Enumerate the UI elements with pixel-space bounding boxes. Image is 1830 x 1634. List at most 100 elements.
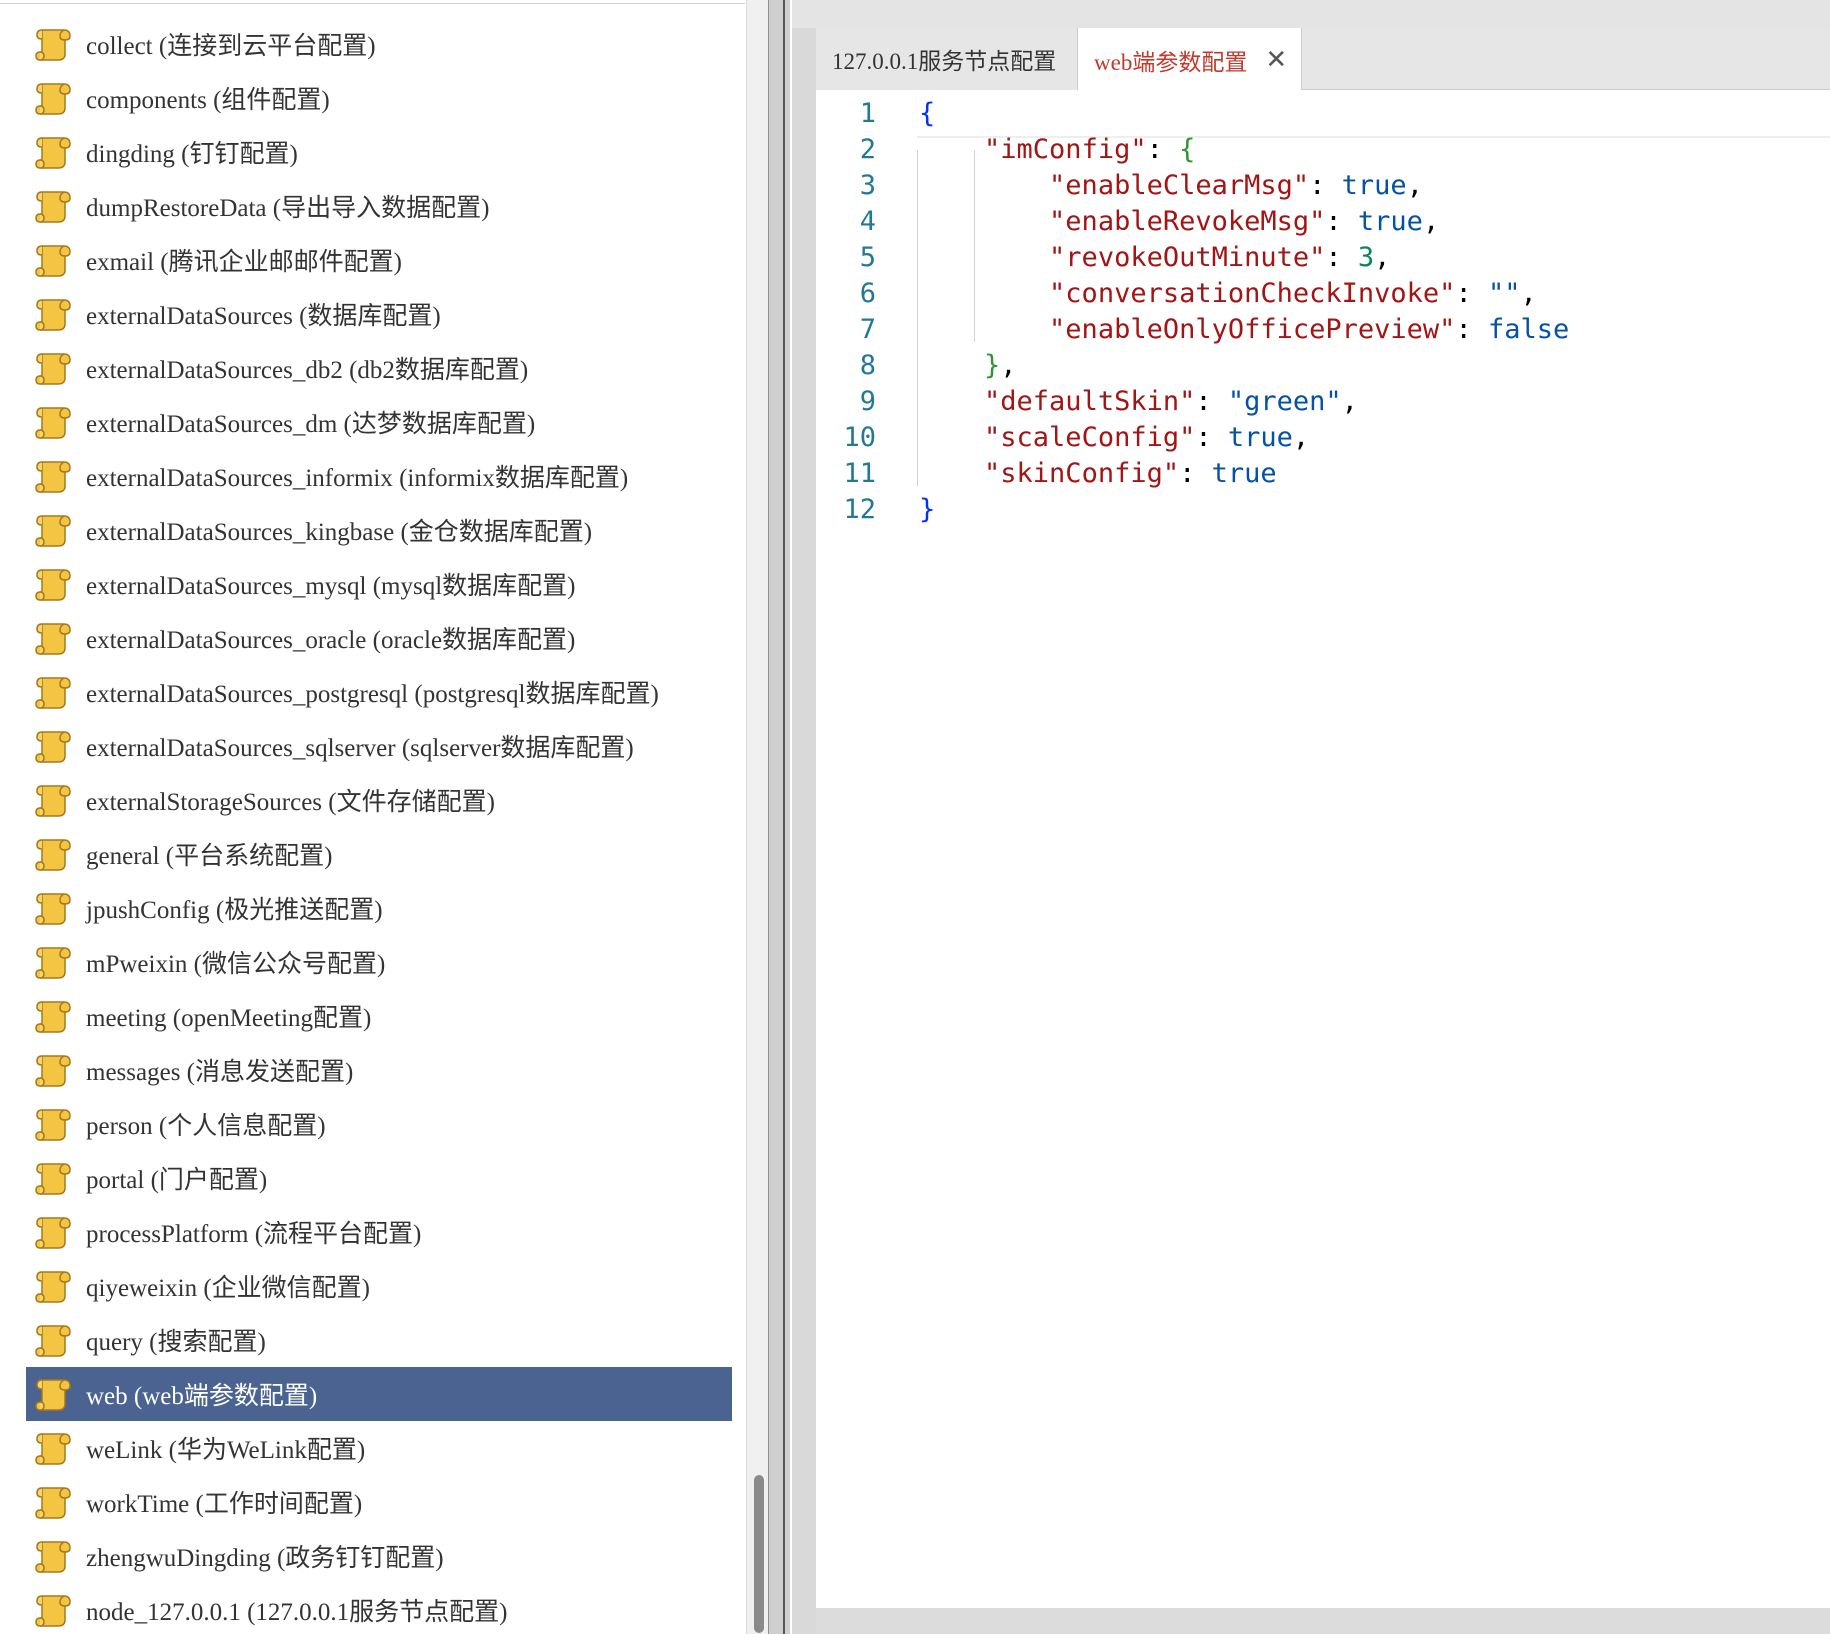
tree-scrollbar[interactable] (746, 0, 768, 1634)
tree-item-label: web (web端参数配置) (86, 1383, 318, 1410)
tree-item[interactable]: general (平台系统配置) (26, 827, 732, 881)
scroll-file-icon (34, 512, 72, 548)
editor-top-band (792, 0, 1830, 28)
scroll-file-icon (34, 1430, 72, 1466)
tree-scrollbar-thumb[interactable] (754, 1475, 764, 1633)
code-line: 12} (816, 489, 1830, 531)
tree-item-label: weLink (华为WeLink配置) (86, 1437, 366, 1464)
scroll-file-icon (34, 80, 72, 116)
scroll-file-icon (34, 728, 72, 764)
tree-item[interactable]: dingding (钉钉配置) (26, 125, 732, 179)
tree-item[interactable]: components (组件配置) (26, 71, 732, 125)
scroll-file-icon (34, 1484, 72, 1520)
tree-item[interactable]: externalDataSources_mysql (mysql数据库配置) (26, 557, 732, 611)
scroll-file-icon (34, 674, 72, 710)
tree-item-label: components (组件配置) (86, 87, 330, 114)
tree-item[interactable]: externalDataSources_postgresql (postgres… (26, 665, 732, 719)
code-token: "green" (1227, 386, 1342, 417)
tree-item[interactable]: weLink (华为WeLink配置) (26, 1421, 732, 1475)
code-token: : (1195, 422, 1228, 453)
tree-item[interactable]: query (搜索配置) (26, 1313, 732, 1367)
tree-item[interactable]: externalStorageSources (文件存储配置) (26, 773, 732, 827)
scroll-file-icon (34, 350, 72, 386)
code-token: "conversationCheckInvoke" (1049, 278, 1456, 309)
tree-item-label: processPlatform (流程平台配置) (86, 1221, 422, 1248)
code-token: : (1146, 134, 1180, 165)
close-icon[interactable]: ✕ (1265, 45, 1287, 75)
tree-item[interactable]: collect (连接到云平台配置) (26, 17, 732, 71)
code-token: : (1455, 314, 1488, 345)
code-token: "imConfig" (984, 134, 1147, 165)
tree-item[interactable]: processPlatform (流程平台配置) (26, 1205, 732, 1259)
tree-item[interactable]: jpushConfig (极光推送配置) (26, 881, 732, 935)
scroll-file-icon (34, 836, 72, 872)
tree-item[interactable]: messages (消息发送配置) (26, 1043, 732, 1097)
tab-node-config[interactable]: 127.0.0.1服务节点配置 (816, 28, 1078, 90)
tree-item[interactable]: externalDataSources_dm (达梦数据库配置) (26, 395, 732, 449)
tree-item[interactable]: person (个人信息配置) (26, 1097, 732, 1151)
tree-top-partial-row (0, 0, 745, 4)
tree-item-label: externalStorageSources (文件存储配置) (86, 789, 495, 816)
scroll-file-icon (34, 458, 72, 494)
tree-item[interactable]: web (web端参数配置) (26, 1367, 732, 1421)
json-code-editor[interactable]: 1{2 "imConfig": {3 "enableClearMsg": tru… (816, 90, 1830, 1608)
code-token: "enableRevokeMsg" (1049, 206, 1326, 237)
tree-item[interactable]: portal (门户配置) (26, 1151, 732, 1205)
tree-item[interactable]: mPweixin (微信公众号配置) (26, 935, 732, 989)
tree-item-label: externalDataSources_oracle (oracle数据库配置) (86, 627, 576, 654)
code-token: "skinConfig" (984, 458, 1180, 489)
panel-splitter[interactable] (768, 0, 790, 1634)
tree-item[interactable]: meeting (openMeeting配置) (26, 989, 732, 1043)
code-token: true (1211, 458, 1277, 489)
scroll-file-icon (34, 566, 72, 602)
tab-web-config[interactable]: web端参数配置 ✕ (1078, 28, 1302, 91)
code-token: : (1455, 278, 1488, 309)
tree-item[interactable]: node_127.0.0.1 (127.0.0.1服务节点配置) (26, 1583, 732, 1634)
tree-item[interactable]: qiyeweixin (企业微信配置) (26, 1259, 732, 1313)
tree-item-label: query (搜索配置) (86, 1329, 266, 1356)
scroll-file-icon (34, 1106, 72, 1142)
tree-item[interactable]: externalDataSources_db2 (db2数据库配置) (26, 341, 732, 395)
tree-item-label: externalDataSources_db2 (db2数据库配置) (86, 357, 529, 384)
tree-item[interactable]: exmail (腾讯企业邮邮件配置) (26, 233, 732, 287)
code-token: "" (1487, 278, 1521, 309)
tree-item[interactable]: externalDataSources (数据库配置) (26, 287, 732, 341)
code-token: "defaultSkin" (984, 386, 1196, 417)
code-token: : (1195, 386, 1228, 417)
code-text: } (919, 489, 935, 531)
code-token: } (984, 350, 1001, 381)
code-token: , (1422, 206, 1440, 237)
tree-item-label: dumpRestoreData (导出导入数据配置) (86, 195, 490, 222)
scroll-file-icon (34, 296, 72, 332)
tree-item[interactable]: externalDataSources_kingbase (金仓数据库配置) (26, 503, 732, 557)
tree-item[interactable]: dumpRestoreData (导出导入数据配置) (26, 179, 732, 233)
scroll-file-icon (34, 404, 72, 440)
tree-item[interactable]: zhengwuDingding (政务钉钉配置) (26, 1529, 732, 1583)
tree-item-label: qiyeweixin (企业微信配置) (86, 1275, 370, 1302)
tree-item-label: dingding (钉钉配置) (86, 141, 298, 168)
scroll-file-icon (34, 998, 72, 1034)
code-token: false (1487, 314, 1570, 345)
tab-bar: 127.0.0.1服务节点配置 web端参数配置 ✕ (816, 28, 1830, 91)
tree-item[interactable]: externalDataSources_oracle (oracle数据库配置) (26, 611, 732, 665)
tree-item[interactable]: externalDataSources_sqlserver (sqlserver… (26, 719, 732, 773)
tree-item[interactable]: externalDataSources_informix (informix数据… (26, 449, 732, 503)
tree-item[interactable]: workTime (工作时间配置) (26, 1475, 732, 1529)
tree-item-label: externalDataSources_sqlserver (sqlserver… (86, 735, 634, 762)
code-token: true (1341, 170, 1407, 201)
code-token: "enableClearMsg" (1049, 170, 1310, 201)
scroll-file-icon (34, 1268, 72, 1304)
scroll-file-icon (34, 1214, 72, 1250)
scroll-file-icon (34, 1376, 72, 1412)
tree-item-label: messages (消息发送配置) (86, 1059, 354, 1086)
line-number: 12 (843, 494, 876, 525)
scroll-file-icon (34, 1160, 72, 1196)
tab-web-config-label: web端参数配置 (1094, 49, 1248, 75)
code-token: "revokeOutMinute" (1049, 242, 1326, 273)
scroll-file-icon (34, 1052, 72, 1088)
code-token: : (1309, 170, 1342, 201)
editor-bottom-band (816, 1608, 1830, 1634)
